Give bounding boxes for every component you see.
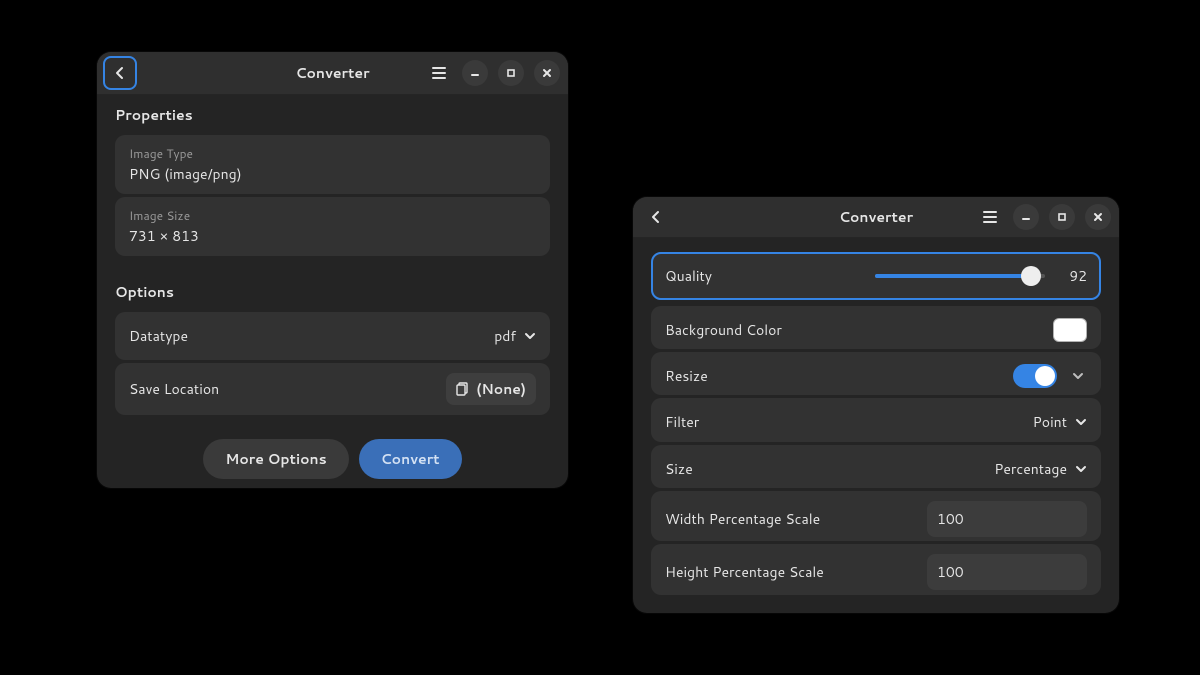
quality-value: 92 bbox=[1059, 266, 1087, 286]
image-type-label: Image Type bbox=[129, 145, 242, 162]
back-button[interactable] bbox=[105, 58, 135, 88]
filter-dropdown[interactable]: Point bbox=[1033, 412, 1087, 432]
size-value: Percentage bbox=[994, 459, 1067, 479]
resize-label: Resize bbox=[665, 366, 708, 386]
convert-button[interactable]: Convert bbox=[359, 439, 462, 479]
width-scale-label: Width Percentage Scale bbox=[665, 509, 820, 529]
height-scale-input[interactable] bbox=[927, 554, 1087, 590]
image-type-row: Image Type PNG (image/png) bbox=[115, 135, 550, 194]
minimize-button[interactable] bbox=[1013, 204, 1039, 230]
minimize-icon bbox=[470, 68, 480, 78]
resize-row: Resize bbox=[651, 352, 1101, 395]
size-dropdown[interactable]: Percentage bbox=[994, 459, 1087, 479]
size-row[interactable]: Size Percentage bbox=[651, 445, 1101, 488]
quality-label: Quality bbox=[665, 266, 712, 286]
background-color-row: Background Color bbox=[651, 306, 1101, 349]
converter-options-window: Converter Quality bbox=[633, 197, 1119, 613]
minimize-icon bbox=[1021, 212, 1031, 222]
image-size-value: 731 × 813 bbox=[129, 226, 199, 246]
close-button[interactable] bbox=[1085, 204, 1111, 230]
resize-switch[interactable] bbox=[1013, 364, 1057, 388]
hamburger-menu-button[interactable] bbox=[426, 60, 452, 86]
chevron-down-icon bbox=[1075, 418, 1087, 426]
slider-thumb[interactable] bbox=[1021, 266, 1041, 286]
size-label: Size bbox=[665, 459, 693, 479]
filter-label: Filter bbox=[665, 412, 699, 432]
maximize-icon bbox=[1057, 212, 1067, 222]
image-size-label: Image Size bbox=[129, 207, 199, 224]
image-type-value: PNG (image/png) bbox=[129, 164, 242, 184]
height-scale-label: Height Percentage Scale bbox=[665, 562, 824, 582]
titlebar: Converter bbox=[633, 197, 1119, 238]
properties-header: Properties bbox=[115, 105, 550, 125]
document-icon bbox=[456, 382, 470, 396]
datatype-row[interactable]: Datatype pdf bbox=[115, 312, 550, 360]
image-size-row: Image Size 731 × 813 bbox=[115, 197, 550, 256]
datatype-label: Datatype bbox=[129, 326, 188, 346]
back-button[interactable] bbox=[641, 202, 671, 232]
datatype-dropdown[interactable]: pdf bbox=[494, 326, 536, 346]
chevron-down-icon bbox=[524, 332, 536, 340]
resize-expand-button[interactable] bbox=[1069, 372, 1087, 380]
height-scale-row: Height Percentage Scale bbox=[651, 544, 1101, 595]
filter-value: Point bbox=[1033, 412, 1067, 432]
close-button[interactable] bbox=[534, 60, 560, 86]
maximize-icon bbox=[506, 68, 516, 78]
width-scale-input[interactable] bbox=[927, 501, 1087, 537]
quality-row[interactable]: Quality 92 bbox=[651, 252, 1101, 300]
chevron-left-icon bbox=[651, 210, 661, 224]
hamburger-icon bbox=[432, 67, 446, 79]
save-location-label: Save Location bbox=[129, 379, 219, 399]
quality-slider[interactable] bbox=[875, 266, 1045, 286]
hamburger-icon bbox=[983, 211, 997, 223]
close-icon bbox=[1093, 212, 1103, 222]
save-location-button[interactable]: (None) bbox=[446, 373, 536, 405]
chevron-left-icon bbox=[115, 66, 125, 80]
chevron-down-icon bbox=[1072, 372, 1084, 380]
titlebar: Converter bbox=[97, 52, 568, 95]
width-scale-row: Width Percentage Scale bbox=[651, 491, 1101, 542]
filter-row[interactable]: Filter Point bbox=[651, 398, 1101, 441]
converter-main-window: Converter Properties Image Type bbox=[97, 52, 568, 488]
hamburger-menu-button[interactable] bbox=[977, 204, 1003, 230]
options-header: Options bbox=[115, 282, 550, 302]
background-color-swatch[interactable] bbox=[1053, 318, 1087, 342]
chevron-down-icon bbox=[1075, 465, 1087, 473]
minimize-button[interactable] bbox=[462, 60, 488, 86]
save-location-value: (None) bbox=[476, 379, 526, 399]
maximize-button[interactable] bbox=[498, 60, 524, 86]
maximize-button[interactable] bbox=[1049, 204, 1075, 230]
save-location-row: Save Location (None) bbox=[115, 363, 550, 415]
more-options-button[interactable]: More Options bbox=[203, 439, 348, 479]
background-color-label: Background Color bbox=[665, 320, 782, 340]
datatype-value: pdf bbox=[494, 326, 516, 346]
slider-fill bbox=[875, 274, 1031, 278]
close-icon bbox=[542, 68, 552, 78]
